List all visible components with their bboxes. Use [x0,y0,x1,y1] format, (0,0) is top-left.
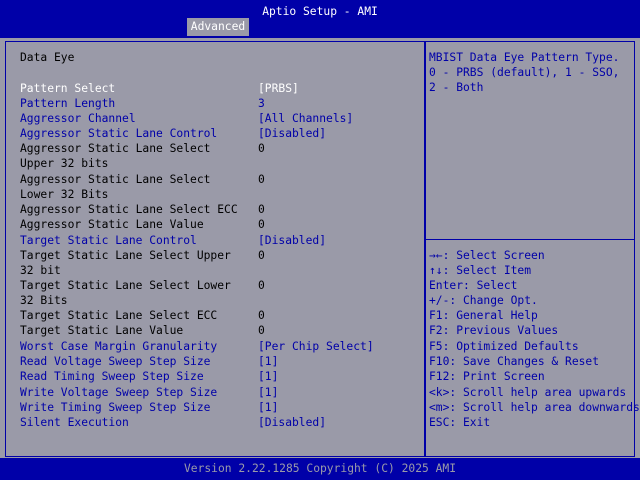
setting-label-continued: 32 Bits [20,293,68,308]
setting-value: 0 [258,278,265,293]
setting-value[interactable]: [1] [258,400,278,415]
setting-pattern-select[interactable]: Pattern Select [PRBS] [20,81,420,96]
setting-pattern-length[interactable]: Pattern Length 3 [20,96,420,111]
setting-label: Aggressor Static Lane Select [20,141,210,156]
setting-label-continued: Upper 32 bits [20,156,108,171]
setting-label: Silent Execution [20,415,129,430]
help-key-esc: ESC: Exit [429,415,490,430]
setting-worst-case-margin-granularity[interactable]: Worst Case Margin Granularity [Per Chip … [20,339,420,354]
help-key-f5: F5: Optimized Defaults [429,339,579,354]
setting-value[interactable]: [Disabled] [258,126,326,141]
setting-label: Aggressor Static Lane Select [20,172,210,187]
help-key-select-item: ↑↓: Select Item [429,263,531,278]
setting-aggressor-lane-select-ecc: Aggressor Static Lane Select ECC 0 [20,202,420,217]
setting-label: Target Static Lane Select Upper [20,248,231,263]
setting-label: Aggressor Static Lane Control [20,126,217,141]
setting-label: Target Static Lane Control [20,233,197,248]
setting-label: Aggressor Channel [20,111,136,126]
setting-write-voltage-sweep-step[interactable]: Write Voltage Sweep Step Size [1] [20,385,420,400]
help-description: MBIST Data Eye Pattern Type. 0 - PRBS (d… [429,50,631,96]
setting-label: Write Voltage Sweep Step Size [20,385,217,400]
setting-value[interactable]: [PRBS] [258,81,299,96]
setting-target-lane-select-ecc: Target Static Lane Select ECC 0 [20,308,420,323]
setup-title: Aptio Setup - AMI [0,4,640,19]
setting-label: Write Timing Sweep Step Size [20,400,210,415]
setting-aggressor-lane-select-upper-cont: Upper 32 bits [20,156,420,171]
help-key-f12: F12: Print Screen [429,369,545,384]
setting-label-continued: 32 bit [20,263,61,278]
setting-aggressor-channel[interactable]: Aggressor Channel [All Channels] [20,111,420,126]
setting-value[interactable]: [1] [258,385,278,400]
setting-target-lane-select-upper-cont: 32 bit [20,263,420,278]
help-key-scroll-up: <k>: Scroll help area upwards [429,385,626,400]
setting-aggressor-lane-select-upper: Aggressor Static Lane Select 0 [20,141,420,156]
setting-value[interactable]: [Disabled] [258,233,326,248]
setting-value: 0 [258,217,265,232]
setting-label: Target Static Lane Select ECC [20,308,217,323]
help-key-select-screen: →←: Select Screen [429,248,545,263]
tab-advanced[interactable]: Advanced [187,18,249,36]
help-key-enter: Enter: Select [429,278,517,293]
setting-value[interactable]: [All Channels] [258,111,353,126]
setting-label: Pattern Length [20,96,115,111]
setting-label: Target Static Lane Value [20,323,183,338]
setting-value: 0 [258,308,265,323]
setting-label: Worst Case Margin Granularity [20,339,217,354]
setting-aggressor-lane-value: Aggressor Static Lane Value 0 [20,217,420,232]
setting-aggressor-lane-select-lower: Aggressor Static Lane Select 0 [20,172,420,187]
setting-target-lane-value: Target Static Lane Value 0 [20,323,420,338]
help-divider [425,239,635,240]
setting-value[interactable]: [1] [258,369,278,384]
setting-label: Read Timing Sweep Step Size [20,369,204,384]
setting-label: Read Voltage Sweep Step Size [20,354,210,369]
help-key-f10: F10: Save Changes & Reset [429,354,599,369]
help-key-scroll-down: <m>: Scroll help area downwards [429,400,640,415]
help-key-f2: F2: Previous Values [429,323,558,338]
setting-value: 0 [258,248,265,263]
setting-label: Target Static Lane Select Lower [20,278,231,293]
setting-value[interactable]: [1] [258,354,278,369]
setting-value: 0 [258,172,265,187]
setting-value[interactable]: [Disabled] [258,415,326,430]
setting-read-voltage-sweep-step[interactable]: Read Voltage Sweep Step Size [1] [20,354,420,369]
section-title: Data Eye [20,50,74,65]
setting-value: 0 [258,202,265,217]
setting-target-lane-select-lower: Target Static Lane Select Lower 0 [20,278,420,293]
setting-target-lane-select-upper: Target Static Lane Select Upper 0 [20,248,420,263]
setting-value[interactable]: [Per Chip Select] [258,339,374,354]
setting-label: Aggressor Static Lane Select ECC [20,202,238,217]
setting-label: Pattern Select [20,81,115,96]
help-key-f1: F1: General Help [429,308,538,323]
setting-value[interactable]: 3 [258,96,265,111]
setting-value: 0 [258,323,265,338]
setting-aggressor-lane-select-lower-cont: Lower 32 Bits [20,187,420,202]
version-text: Version 2.22.1285 Copyright (C) 2025 AMI [0,461,640,476]
setting-value: 0 [258,141,265,156]
setting-silent-execution[interactable]: Silent Execution [Disabled] [20,415,420,430]
setting-target-static-lane-control[interactable]: Target Static Lane Control [Disabled] [20,233,420,248]
setting-target-lane-select-lower-cont: 32 Bits [20,293,420,308]
help-key-change-opt: +/-: Change Opt. [429,293,538,308]
setting-aggressor-static-lane-control[interactable]: Aggressor Static Lane Control [Disabled] [20,126,420,141]
setting-read-timing-sweep-step[interactable]: Read Timing Sweep Step Size [1] [20,369,420,384]
setting-label: Aggressor Static Lane Value [20,217,204,232]
setting-write-timing-sweep-step[interactable]: Write Timing Sweep Step Size [1] [20,400,420,415]
setting-label-continued: Lower 32 Bits [20,187,108,202]
